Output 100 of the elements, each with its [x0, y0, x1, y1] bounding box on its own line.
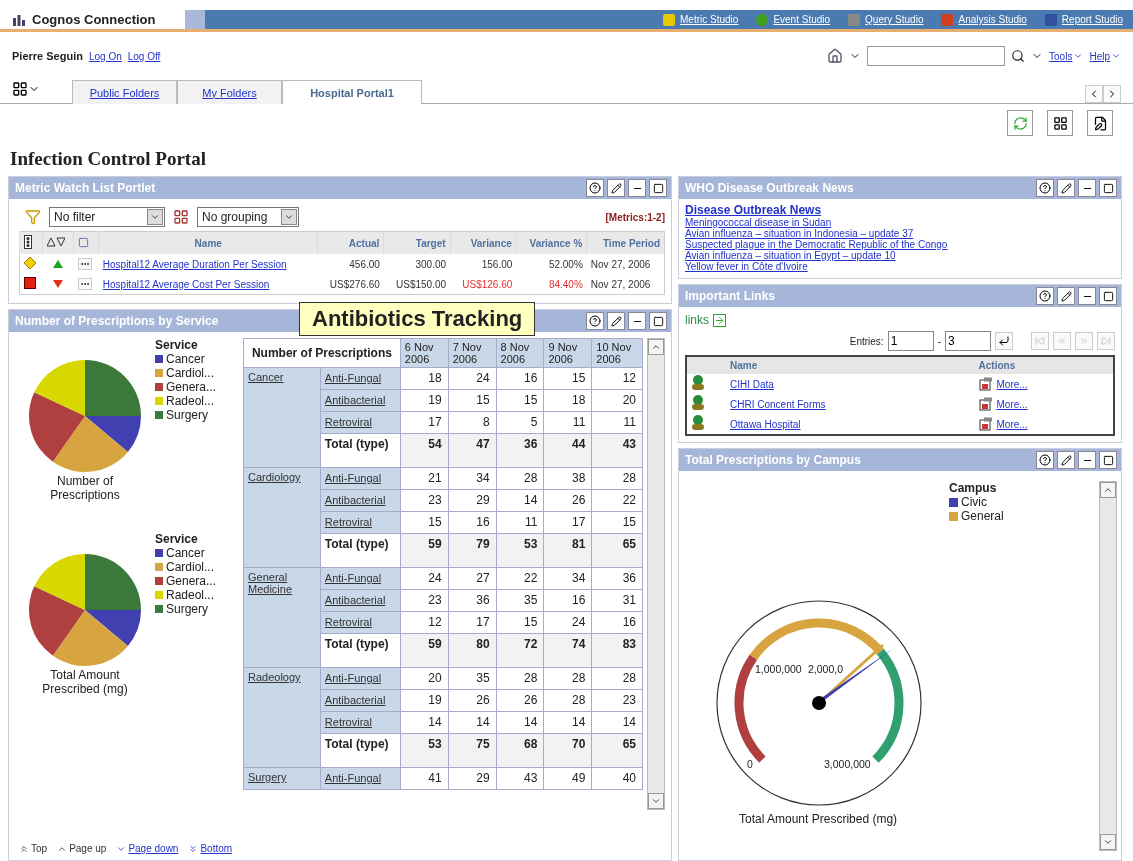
legend-title: Campus	[949, 481, 998, 495]
search-field[interactable]	[867, 46, 1006, 66]
more-link[interactable]: More...	[996, 378, 1028, 390]
news-heading-link[interactable]: Disease Outbreak News	[685, 203, 822, 217]
news-link[interactable]: Yellow fever in Côte d'Ivoire	[685, 261, 808, 272]
total-label: Total (type)	[324, 437, 389, 451]
scrollbar[interactable]	[647, 338, 665, 810]
legend-label: Surgery	[166, 408, 209, 422]
maximize-button[interactable]	[1099, 179, 1117, 197]
news-link[interactable]: Suspected plague in the Democratic Republic of the Congo	[685, 239, 948, 250]
link-object-icon	[691, 395, 705, 411]
menu-link[interactable]: Help	[1089, 50, 1121, 62]
total-label: Total (type)	[324, 637, 389, 651]
minimize-button[interactable]	[1078, 287, 1096, 305]
tab[interactable]: My Folders	[177, 80, 282, 104]
help-button[interactable]	[586, 179, 604, 197]
help-icon	[589, 315, 601, 327]
entries-to-field[interactable]: 3	[945, 331, 991, 351]
maximize-button[interactable]	[649, 312, 667, 330]
menu-link[interactable]: Tools	[1049, 50, 1084, 62]
log-link[interactable]: Log On	[88, 50, 122, 62]
page-title: Infection Control Portal	[10, 148, 207, 170]
maximize-button[interactable]	[1099, 451, 1117, 469]
log-link[interactable]: Log Off	[127, 50, 161, 62]
next-icon	[1079, 336, 1089, 346]
metric-link[interactable]: Hospital12 Average Duration Per Session	[102, 258, 287, 270]
news-link[interactable]: Avian influenza – situation in Indonesia – update 37	[685, 228, 914, 239]
studio-link[interactable]: Query Studio	[848, 13, 924, 26]
maximize-button[interactable]	[649, 179, 667, 197]
grouping-select[interactable]: No grouping	[197, 207, 299, 227]
minimize-button[interactable]	[628, 179, 646, 197]
actions-icon	[978, 397, 993, 411]
table-cell: 84.40%	[516, 274, 587, 295]
more-button[interactable]	[77, 258, 92, 270]
edit-button[interactable]	[1057, 287, 1075, 305]
link-object-icon	[691, 375, 705, 391]
more-link[interactable]: More...	[996, 418, 1028, 430]
link-name[interactable]: CIHI Data	[730, 378, 774, 390]
help-button[interactable]	[1036, 287, 1054, 305]
table-cell: 47	[448, 433, 497, 468]
edit-button[interactable]	[607, 312, 625, 330]
maximize-button[interactable]	[1099, 287, 1117, 305]
arrow-icon	[188, 843, 199, 854]
portlet-title: Total Prescriptions by Campus	[685, 453, 861, 467]
service-link[interactable]: Cancer	[248, 371, 316, 383]
studio-link[interactable]: Analysis Studio	[941, 13, 1027, 26]
help-button[interactable]	[1036, 179, 1054, 197]
studio-link[interactable]: Event Studio	[756, 13, 831, 26]
service-link[interactable]: Cardiology	[248, 471, 316, 483]
entries-from-field[interactable]: 1	[887, 331, 934, 351]
service-link[interactable]: Radeology	[248, 671, 316, 683]
metric-link[interactable]: Hospital12 Average Cost Per Session	[102, 278, 270, 290]
more-link[interactable]: More...	[996, 398, 1028, 410]
news-link[interactable]: Meningococcal disease in Sudan	[685, 217, 832, 228]
pager-link[interactable]: Bottom	[188, 843, 233, 854]
legend-label: Cancer	[166, 352, 205, 366]
column-header: Name	[98, 231, 318, 254]
table-cell: 59	[400, 533, 449, 568]
header-block	[185, 10, 205, 29]
studio-link[interactable]: Report Studio	[1044, 13, 1123, 26]
link-name[interactable]: Ottawa Hospital	[730, 418, 801, 430]
edit-button[interactable]	[607, 179, 625, 197]
help-button[interactable]	[1036, 451, 1054, 469]
pencil-icon	[1060, 182, 1072, 194]
minimize-button[interactable]	[1078, 451, 1096, 469]
more-button[interactable]	[77, 278, 92, 290]
edit-button[interactable]	[1057, 179, 1075, 197]
table-cell: 53	[496, 533, 544, 568]
maximize-icon	[652, 315, 664, 327]
caret-icon	[150, 212, 160, 222]
scrollbar[interactable]	[1099, 481, 1117, 851]
table-cell: US$150.00	[383, 274, 451, 295]
table-cell: 79	[448, 533, 497, 568]
help-button[interactable]	[586, 312, 604, 330]
table-cell: 36	[496, 433, 544, 468]
metrics-count: [Metrics:1-2]	[605, 211, 665, 223]
date-header: 10 Nov 2006	[591, 338, 643, 368]
refresh-button[interactable]	[1007, 110, 1033, 136]
table-cell: 65	[591, 533, 643, 568]
new-page-button[interactable]	[1047, 110, 1073, 136]
edit-button[interactable]	[1057, 451, 1075, 469]
edit-page-button[interactable]	[1087, 110, 1113, 136]
arrow-icon	[19, 843, 29, 854]
gauge-tick-label: 2,000,0	[808, 663, 844, 675]
minimize-button[interactable]	[628, 312, 646, 330]
maximize-icon	[1102, 290, 1114, 302]
link-name[interactable]: CHRI Concent Forms	[730, 398, 826, 410]
tab[interactable]: Public Folders	[72, 80, 177, 104]
tab[interactable]: Hospital Portal1	[282, 80, 422, 104]
studio-link[interactable]: Metric Studio	[663, 13, 739, 26]
news-link[interactable]: Avian influenza – situation in Egypt – update 10	[685, 250, 896, 261]
scroll-right-button[interactable]	[1103, 85, 1121, 103]
minimize-button[interactable]	[1078, 179, 1096, 197]
scroll-left-button[interactable]	[1085, 85, 1103, 103]
go-button[interactable]	[995, 332, 1013, 350]
pager-link[interactable]: Page down	[116, 843, 179, 854]
filter-select[interactable]: No filter	[49, 207, 165, 227]
trend-icon	[47, 237, 66, 247]
up-triangle-icon	[53, 259, 64, 268]
pencil-icon	[1060, 290, 1072, 302]
